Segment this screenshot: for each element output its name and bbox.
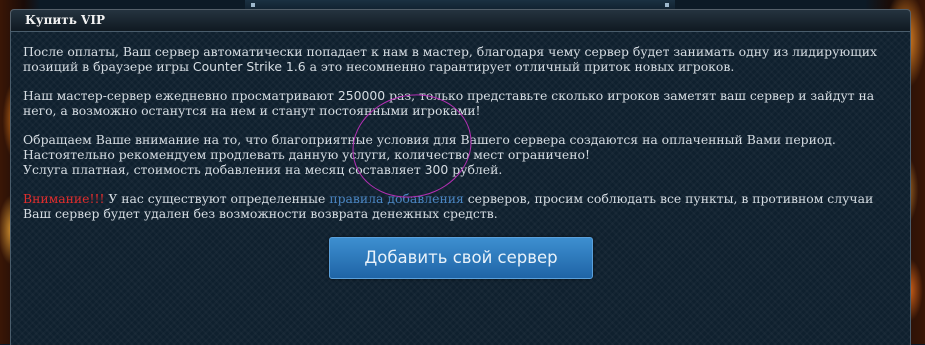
paragraph-warning: Внимание!!! У нас существуют определенны… xyxy=(23,191,903,221)
rules-link[interactable]: правила добавления xyxy=(329,191,463,206)
vip-info-content: После оплаты, Ваш сервер автоматически п… xyxy=(23,44,903,235)
views-count: 250000 xyxy=(337,88,386,103)
paragraph-master-placement: После оплаты, Ваш сервер автоматически п… xyxy=(23,44,903,74)
panel-title-bar: Купить VIP xyxy=(10,9,911,32)
paragraph-views: Наш мастер-сервер ежедневно просматриваю… xyxy=(23,88,903,118)
paragraph-conditions: Обращаем Ваше внимание на то, что благоп… xyxy=(23,132,903,177)
panel-title: Купить VIP xyxy=(25,13,105,27)
game-name: Counter Strike 1.6 xyxy=(192,59,306,74)
paragraph1-text-end: а это несомненно гарантирует отличный пр… xyxy=(305,59,735,74)
price-currency: рублей. xyxy=(448,162,503,177)
add-server-button[interactable]: Добавить свой сервер xyxy=(329,237,593,279)
vip-info-panel: После оплаты, Ваш сервер автоматически п… xyxy=(10,31,911,345)
price-value: 300 xyxy=(424,162,449,177)
warning-label: Внимание!!! xyxy=(23,191,105,206)
price-text: Услуга платная, стоимость добавления на … xyxy=(23,162,425,177)
paragraph3-text: Обращаем Ваше внимание на то, что благоп… xyxy=(23,132,836,162)
paragraph4-text: У нас существуют определенные xyxy=(104,191,330,206)
paragraph2-text: Наш мастер-сервер ежедневно просматриваю… xyxy=(23,88,338,103)
